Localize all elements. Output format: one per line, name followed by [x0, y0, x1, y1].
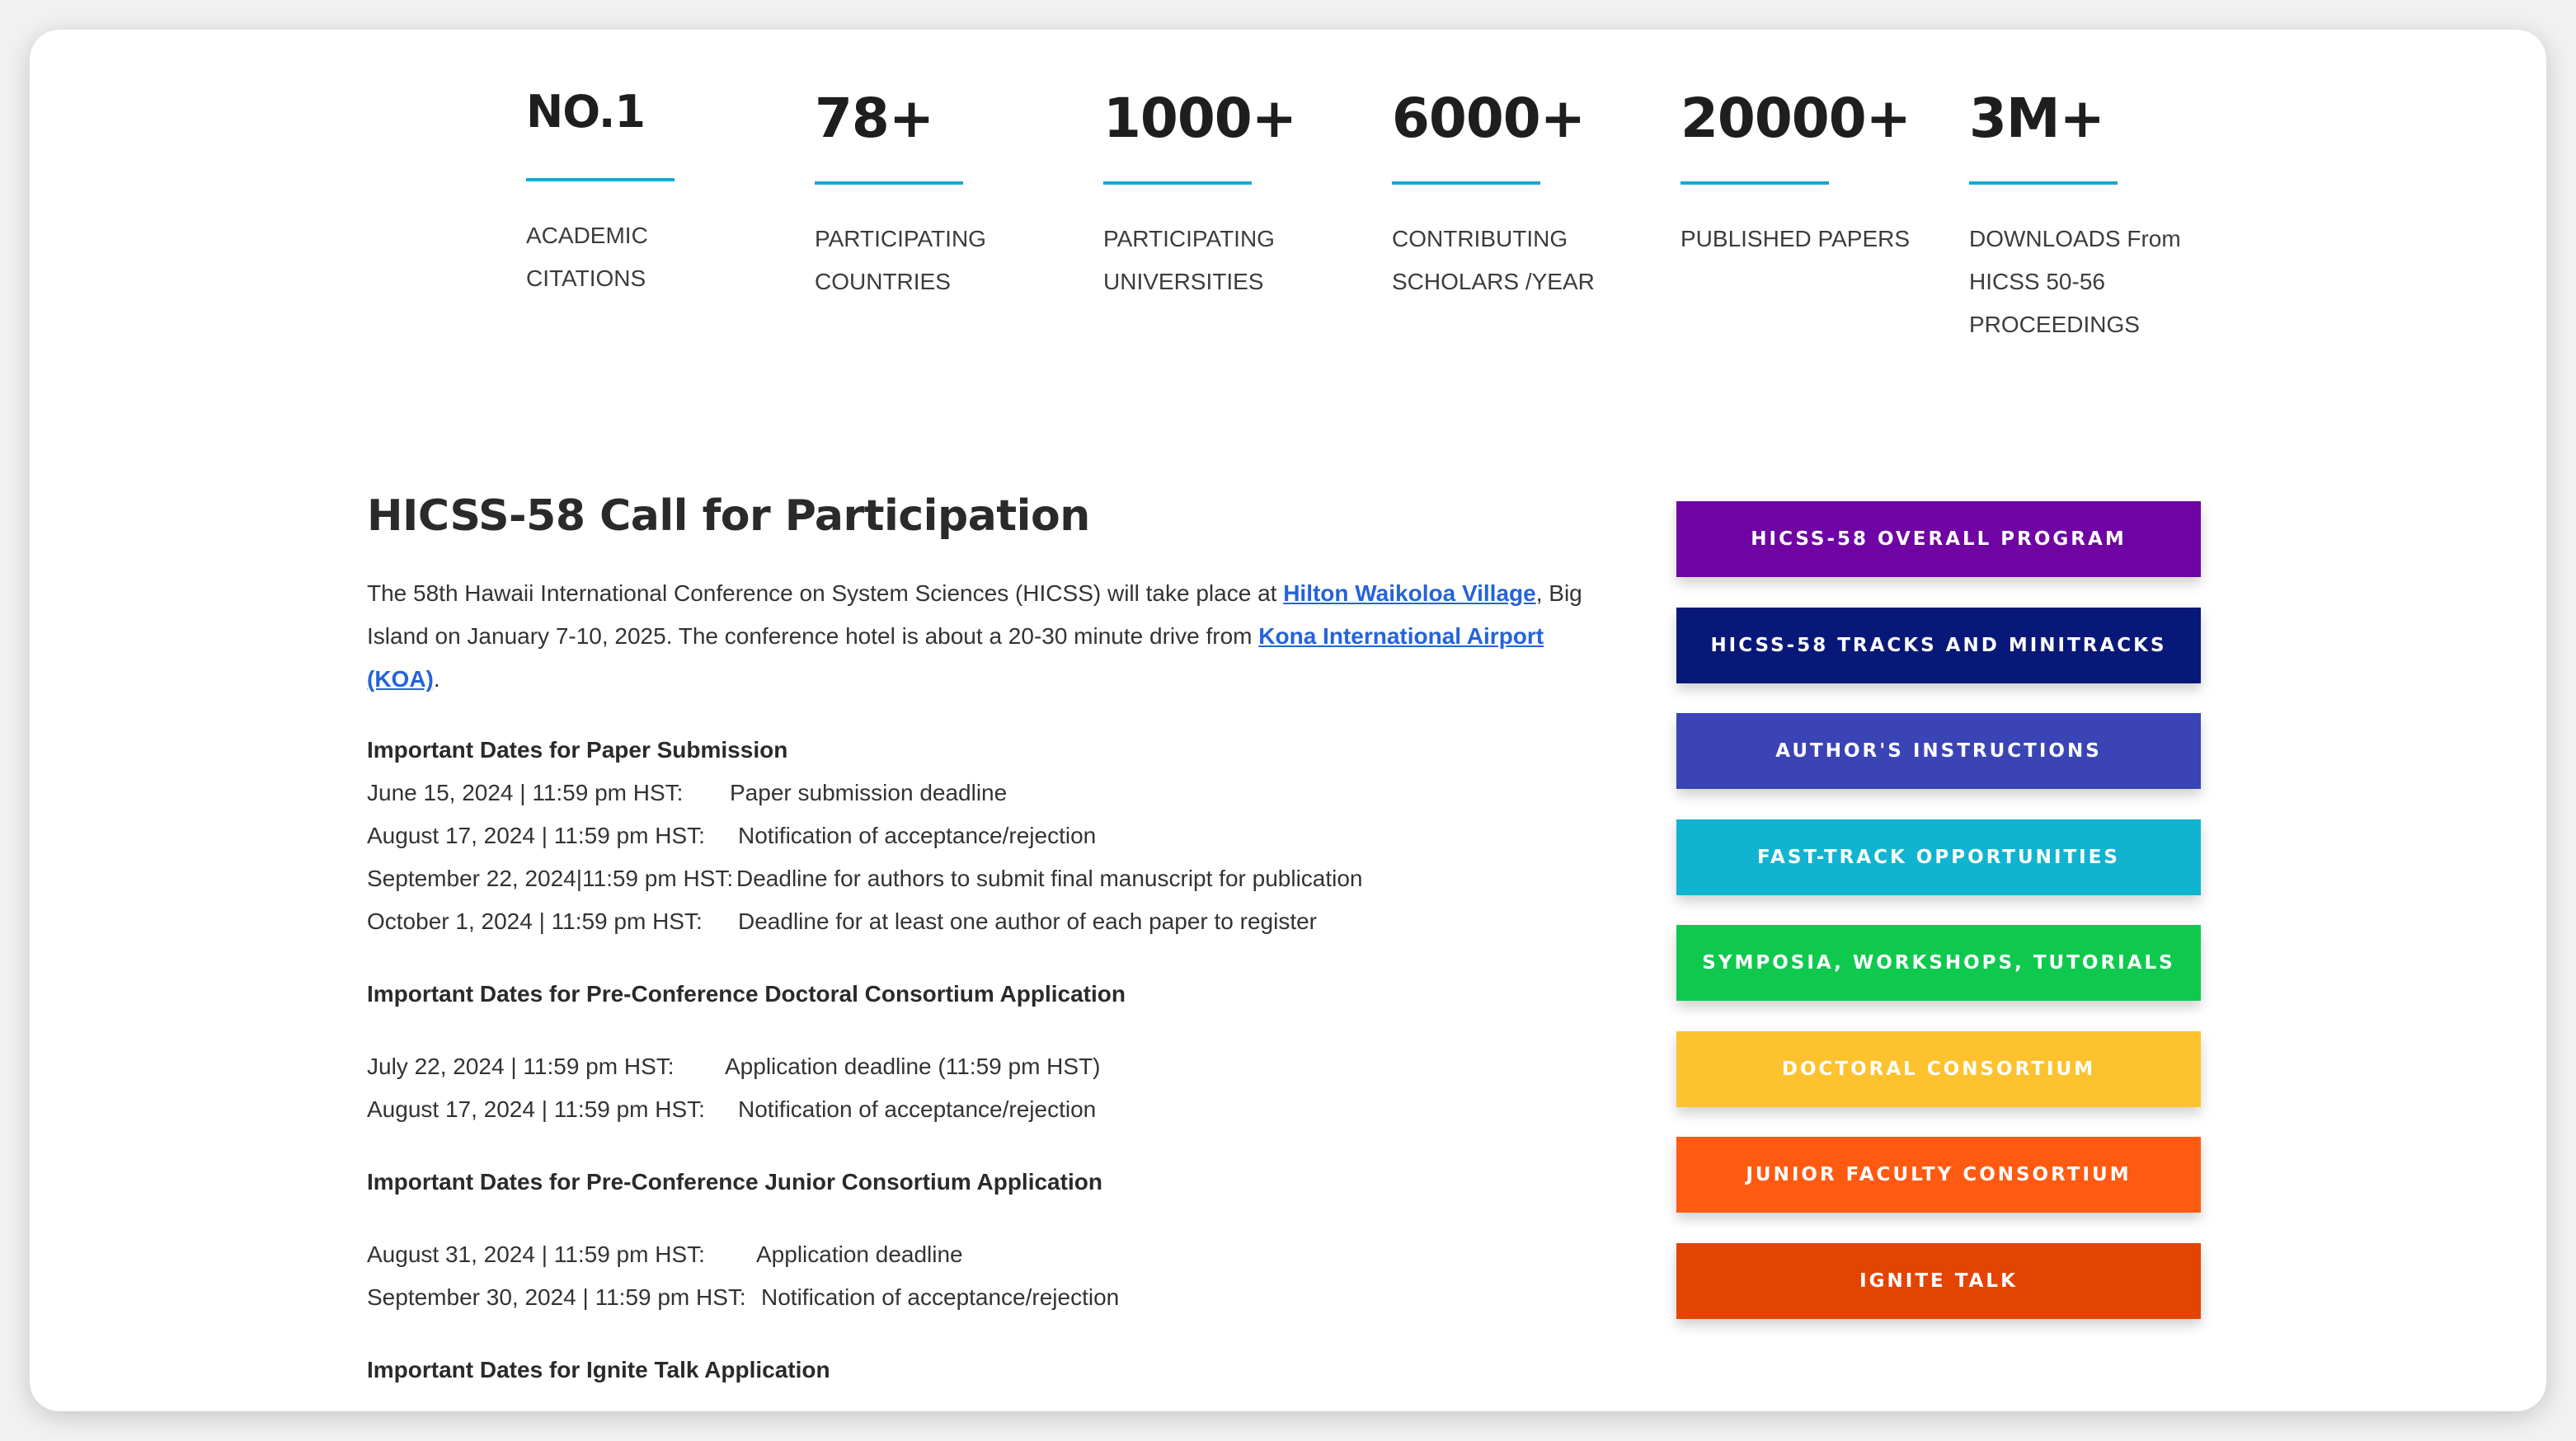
hicss-58-tracks-and-minitracks-button[interactable]: HICSS-58 TRACKS AND MINITRACKS: [1676, 608, 2201, 683]
stat-label-line: SCHOLARS /YEAR: [1392, 269, 1595, 294]
stat-divider: [1103, 181, 1252, 185]
stat-label: PARTICIPATING COUNTRIES: [815, 218, 1079, 303]
date-description: Notification of acceptance/rejection: [738, 823, 1097, 848]
date-row: September 30, 2024 | 11:59 pm HST: Notifi…: [367, 1276, 1587, 1319]
date-row: July 22, 2024 | 11:59 pm HST: Application…: [367, 1045, 1587, 1088]
date-row: August 31, 2024 | 11:59 pm HST: Applicati…: [367, 1233, 1587, 1276]
stat-label-line: UNIVERSITIES: [1103, 269, 1264, 294]
stat-value: NO.1: [526, 86, 646, 138]
stat-label-line: PARTICIPATING: [1103, 226, 1275, 251]
date-description: Application deadline: [756, 1242, 963, 1267]
stat-item: 78+ PARTICIPATING COUNTRIES: [815, 86, 1079, 303]
stat-item: 3M+ DOWNLOADS From HICSS 50-56 PROCEEDINGS: [1969, 86, 2233, 346]
date-row: August 17, 2024 | 11:59 pm HST: Notificat…: [367, 1088, 1587, 1131]
stat-divider: [1681, 181, 1829, 185]
stat-label: PARTICIPATING UNIVERSITIES: [1103, 218, 1367, 303]
stat-label-line: DOWNLOADS From: [1969, 226, 2181, 251]
stat-label-line: COUNTRIES: [815, 269, 951, 294]
date-row: August 17, 2024 | 11:59 pm HST: Notificat…: [367, 814, 1587, 857]
stat-item: NO.1 ACADEMIC CITATIONS: [526, 79, 790, 300]
date-description: Paper submission deadline: [730, 780, 1008, 805]
stat-value: 20000+: [1681, 87, 1911, 150]
intro-text: The 58th Hawaii International Conference…: [367, 580, 1284, 606]
date-row: October 1, 2024 | 11:59 pm HST: Deadline …: [367, 900, 1587, 943]
stat-label-line: HICSS 50-56: [1969, 269, 2105, 294]
stat-label-line: PUBLISHED PAPERS: [1681, 226, 1911, 251]
stat-label: CONTRIBUTING SCHOLARS /YEAR: [1392, 218, 1656, 303]
fast-track-opportunities-button[interactable]: FAST-TRACK OPPORTUNITIES: [1676, 819, 2201, 895]
stat-divider: [1969, 181, 2118, 185]
intro-text: .: [433, 666, 440, 692]
date-label: August 17, 2024 | 11:59 pm HST:: [367, 1096, 705, 1122]
date-label: June 15, 2024 | 11:59 pm HST:: [367, 780, 684, 805]
section-heading: Important Dates for Paper Submission: [367, 737, 788, 763]
stat-item: 1000+ PARTICIPATING UNIVERSITIES: [1103, 86, 1367, 303]
stat-label-line: ACADEMIC: [526, 223, 648, 248]
date-row: June 15, 2024 | 11:59 pm HST: Paper submi…: [367, 772, 1587, 814]
date-description: Notification of acceptance/rejection: [761, 1284, 1120, 1310]
stat-label: PUBLISHED PAPERS: [1681, 218, 1944, 261]
section-heading: Important Dates for Pre-Conference Junio…: [367, 1169, 1102, 1195]
date-description: Application deadline (11:59 pm HST): [725, 1054, 1101, 1079]
stat-value: 3M+: [1969, 87, 2105, 150]
stat-label-line: PROCEEDINGS: [1969, 312, 2140, 337]
author-s-instructions-button[interactable]: AUTHOR'S INSTRUCTIONS: [1676, 713, 2201, 789]
hilton-waikoloa-link[interactable]: Hilton Waikoloa Village: [1283, 580, 1536, 606]
junior-faculty-consortium-button[interactable]: JUNIOR FACULTY CONSORTIUM: [1676, 1137, 2201, 1213]
page-title: HICSS-58 Call for Participation: [367, 491, 1090, 541]
date-label: September 30, 2024 | 11:59 pm HST:: [367, 1284, 746, 1310]
stat-divider: [815, 181, 963, 185]
symposia-workshops-tutorials-button[interactable]: SYMPOSIA, WORKSHOPS, TUTORIALS: [1676, 925, 2201, 1001]
stat-divider: [526, 178, 675, 181]
stat-label-line: PARTICIPATING: [815, 226, 986, 251]
important-dates: Important Dates for Paper Submission June…: [367, 729, 1587, 1392]
stat-item: 20000+ PUBLISHED PAPERS: [1681, 86, 1944, 261]
section-heading: Important Dates for Pre-Conference Docto…: [367, 981, 1126, 1007]
stat-value: 1000+: [1103, 87, 1297, 150]
stat-divider: [1392, 181, 1540, 185]
date-label: July 22, 2024 | 11:59 pm HST:: [367, 1054, 675, 1079]
date-label: September 22, 2024|11:59 pm HST:: [367, 866, 734, 891]
date-label: August 17, 2024 | 11:59 pm HST:: [367, 823, 705, 848]
date-description: Notification of acceptance/rejection: [738, 1096, 1097, 1122]
stat-item: 6000+ CONTRIBUTING SCHOLARS /YEAR: [1392, 86, 1656, 303]
date-row: September 22, 2024|11:59 pm HST: Deadline…: [367, 857, 1587, 900]
intro-paragraph: The 58th Hawaii International Conference…: [367, 572, 1587, 701]
stat-value: 78+: [815, 87, 934, 150]
doctoral-consortium-button[interactable]: DOCTORAL CONSORTIUM: [1676, 1031, 2201, 1107]
date-label: October 1, 2024 | 11:59 pm HST:: [367, 908, 703, 934]
ignite-talk-button[interactable]: IGNITE TALK: [1676, 1243, 2201, 1319]
date-description: Deadline for authors to submit final man…: [736, 866, 1363, 891]
main-content: HICSS-58 Call for Participation The 58th…: [367, 491, 1587, 1392]
hicss-58-overall-program-button[interactable]: HICSS-58 OVERALL PROGRAM: [1676, 501, 2201, 577]
date-label: August 31, 2024 | 11:59 pm HST:: [367, 1242, 705, 1267]
section-heading: Important Dates for Ignite Talk Applicat…: [367, 1357, 830, 1382]
stat-label: ACADEMIC CITATIONS: [526, 214, 790, 300]
stat-label-line: CITATIONS: [526, 265, 646, 291]
stat-label: DOWNLOADS From HICSS 50-56 PROCEEDINGS: [1969, 218, 2233, 346]
page-card: NO.1 ACADEMIC CITATIONS 78+ PARTICIPATING COU…: [30, 30, 2546, 1411]
date-description: Deadline for at least one author of each…: [738, 908, 1317, 934]
stat-label-line: CONTRIBUTING: [1392, 226, 1568, 251]
stat-value: 6000+: [1392, 87, 1586, 150]
